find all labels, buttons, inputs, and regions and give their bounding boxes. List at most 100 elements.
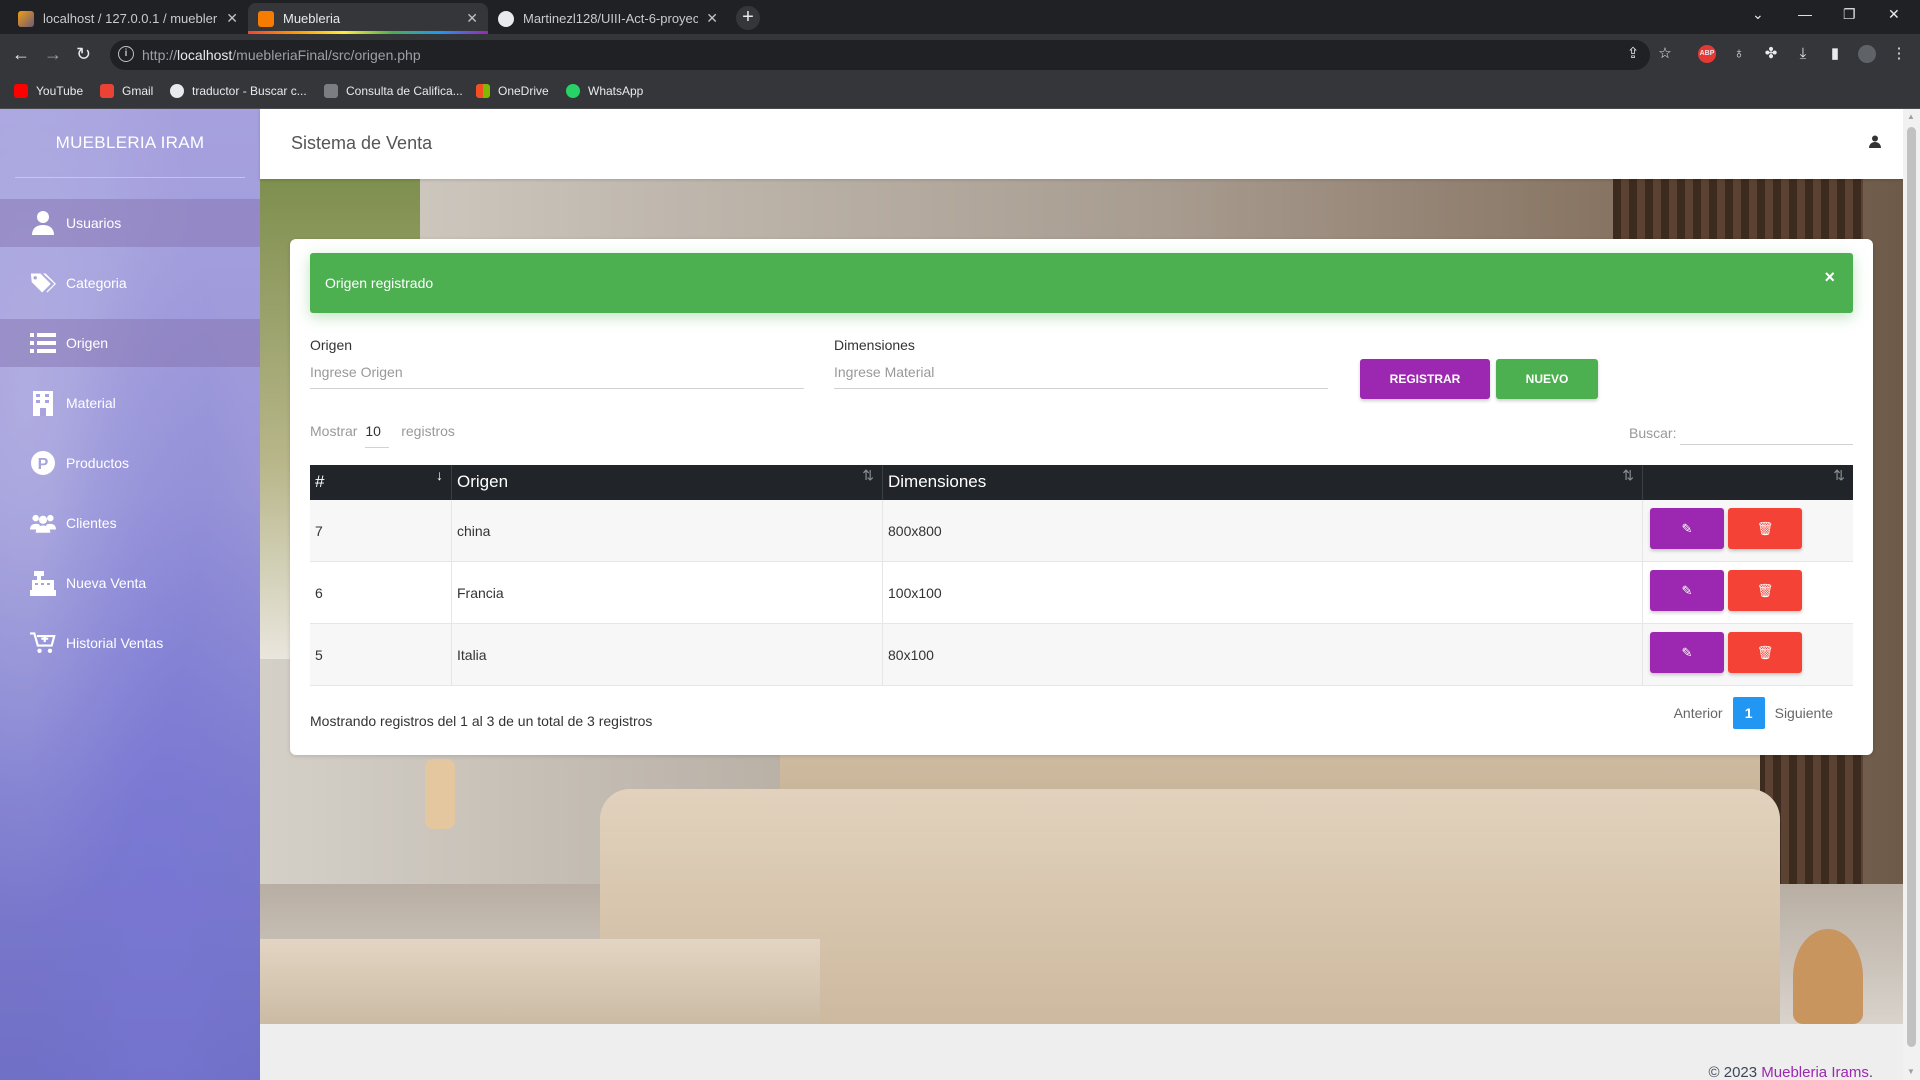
origen-label: Origen (310, 337, 353, 353)
forward-icon[interactable]: → (44, 44, 62, 65)
scroll-down-icon[interactable]: ▼ (1907, 1067, 1915, 1076)
column-header-dimensiones[interactable]: Dimensiones ⇅ (883, 465, 1643, 500)
bookmark-whatsapp[interactable]: WhatsApp (566, 84, 643, 98)
length-suffix: registros (401, 423, 455, 439)
bookmark-star-icon[interactable]: ☆ (1656, 45, 1674, 63)
menu-kebab-icon[interactable]: ⋮ (1890, 45, 1908, 63)
sidebar-item-nueva-venta[interactable]: Nueva Venta (0, 559, 260, 607)
sidebar-item-material[interactable]: Material (0, 379, 260, 427)
user-icon (30, 210, 56, 236)
column-header-origen[interactable]: Origen ⇅ (452, 465, 883, 500)
success-alert: Origen registrado × (310, 253, 1853, 313)
footer-brand-link[interactable]: Muebleria Irams (1761, 1064, 1869, 1080)
browser-tab-strip: localhost / 127.0.0.1 / muebleria ✕ Mueb… (0, 0, 1920, 34)
shield-icon (324, 84, 338, 98)
alert-close-icon[interactable]: × (1824, 267, 1835, 288)
product-p-icon: P (30, 450, 56, 476)
browser-tab-muebleria[interactable]: Muebleria ✕ (248, 3, 488, 34)
vase-decoration (425, 759, 455, 829)
register-button[interactable]: REGISTRAR (1360, 359, 1490, 399)
reload-icon[interactable]: ↻ (76, 44, 91, 65)
edit-button[interactable]: ✎ (1650, 570, 1724, 611)
delete-button[interactable]: 🗑 (1728, 570, 1802, 611)
column-header-actions[interactable]: ⇅ (1643, 465, 1853, 500)
tags-icon (30, 270, 56, 296)
browser-tab-phpmyadmin[interactable]: localhost / 127.0.0.1 / muebleria ✕ (8, 3, 248, 34)
edit-button[interactable]: ✎ (1650, 508, 1724, 549)
search-input[interactable] (1680, 413, 1853, 445)
edit-button[interactable]: ✎ (1650, 632, 1724, 673)
origen-input[interactable] (310, 355, 804, 389)
sort-icon[interactable]: ⇅ (1833, 467, 1845, 484)
divider (15, 177, 245, 178)
sort-icon[interactable]: ⇅ (862, 467, 874, 484)
page-title[interactable]: Sistema de Venta (291, 133, 432, 154)
bookmark-label: traductor - Buscar c... (192, 84, 307, 98)
delete-button[interactable]: 🗑 (1728, 632, 1802, 673)
sidebar-item-label: Clientes (66, 515, 117, 531)
url-text[interactable]: http://localhost/muebleriaFinal/src/orig… (142, 47, 421, 63)
cell-actions: ✎ 🗑 (1643, 562, 1853, 624)
new-tab-button[interactable]: + (736, 6, 760, 30)
extensions-puzzle-icon[interactable]: ✤ (1762, 45, 1780, 63)
side-table-decoration (1793, 929, 1863, 1024)
restore-icon[interactable]: ❐ (1843, 6, 1856, 23)
sidebar-item-historial-ventas[interactable]: Historial Ventas (0, 619, 260, 667)
extension-bulb-icon[interactable]: ♁ (1730, 45, 1748, 63)
brand-title[interactable]: MUEBLERIA IRAM (0, 133, 260, 153)
phpmyadmin-icon (18, 10, 34, 27)
sort-icon[interactable]: ↓ (436, 467, 443, 483)
download-icon[interactable]: ⤓ (1794, 45, 1812, 63)
xampp-icon (258, 10, 274, 27)
tab-search-icon[interactable]: ⌄ (1752, 6, 1764, 23)
cell-actions: ✎ 🗑 (1643, 500, 1853, 562)
pagination-next[interactable]: Siguiente (1775, 705, 1833, 721)
building-icon (30, 390, 56, 416)
side-panel-icon[interactable]: ▮ (1826, 45, 1844, 63)
close-icon[interactable]: ✕ (226, 10, 238, 27)
footer-copyright: © 2023 Muebleria Irams. (1708, 1064, 1873, 1080)
back-icon[interactable]: ← (12, 44, 30, 65)
dimensiones-input[interactable] (834, 355, 1328, 389)
pagination-previous[interactable]: Anterior (1674, 705, 1723, 721)
cell-dimensiones: 800x800 (883, 500, 1643, 562)
share-icon[interactable]: ⇪ (1624, 45, 1642, 63)
table-info: Mostrando registros del 1 al 3 de un tot… (310, 713, 653, 729)
address-bar[interactable]: i http://localhost/muebleriaFinal/src/or… (110, 40, 1650, 70)
sidebar-item-categoria[interactable]: Categoria (0, 259, 260, 307)
scroll-up-icon[interactable]: ▲ (1907, 112, 1915, 121)
sort-icon[interactable]: ⇅ (1622, 467, 1634, 484)
cell-dimensiones: 100x100 (883, 562, 1643, 624)
profile-avatar[interactable] (1858, 45, 1876, 63)
page-scrollbar[interactable]: ▲ ▼ (1903, 109, 1920, 1080)
browser-tab-github[interactable]: Martinezl128/UIII-Act-6-proyect ✕ (488, 3, 728, 34)
close-icon[interactable]: ✕ (466, 10, 478, 27)
user-menu-icon[interactable] (1869, 135, 1881, 153)
sidebar-item-usuarios[interactable]: Usuarios (0, 199, 260, 247)
close-icon[interactable]: ✕ (706, 10, 718, 27)
adblock-icon[interactable]: ABP (1698, 45, 1716, 63)
sidebar-item-productos[interactable]: P Productos (0, 439, 260, 487)
edit-icon: ✎ (1681, 645, 1693, 660)
bookmarks-bar: YouTube Gmail traductor - Buscar c... Co… (0, 76, 1920, 109)
tab-title: Martinezl128/UIII-Act-6-proyect (523, 11, 699, 26)
window-close-icon[interactable]: ✕ (1888, 6, 1900, 23)
sidebar-item-clientes[interactable]: Clientes (0, 499, 260, 547)
column-header-id[interactable]: # ↓ (310, 465, 452, 500)
scrollbar-thumb[interactable] (1907, 127, 1916, 1047)
cart-plus-icon (30, 630, 56, 656)
delete-button[interactable]: 🗑 (1728, 508, 1802, 549)
new-button[interactable]: NUEVO (1496, 359, 1598, 399)
sidebar-item-label: Material (66, 395, 116, 411)
bookmark-consulta[interactable]: Consulta de Califica... (324, 84, 463, 98)
bookmark-traductor[interactable]: traductor - Buscar c... (170, 84, 307, 98)
page-length-select[interactable]: 10 (365, 423, 390, 448)
sidebar-item-origen[interactable]: Origen (0, 319, 260, 367)
pagination-page-1[interactable]: 1 (1732, 697, 1765, 729)
bookmark-youtube[interactable]: YouTube (14, 84, 83, 98)
minimize-icon[interactable]: — (1798, 6, 1812, 22)
site-info-icon[interactable]: i (118, 46, 134, 62)
bookmark-gmail[interactable]: Gmail (100, 84, 153, 98)
bookmark-onedrive[interactable]: OneDrive (476, 84, 549, 98)
bookmark-label: Gmail (122, 84, 154, 98)
